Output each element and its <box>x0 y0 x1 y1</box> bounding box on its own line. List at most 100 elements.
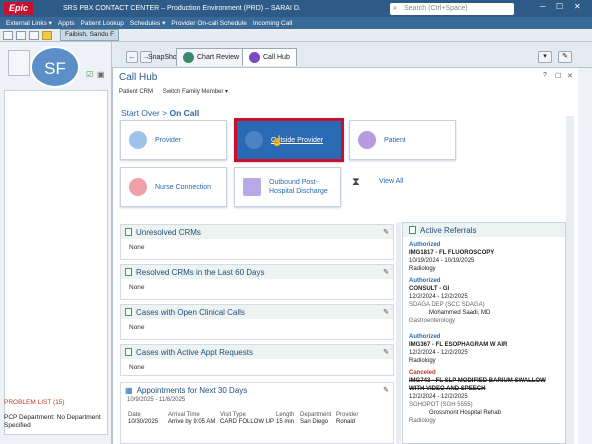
referral-item[interactable]: Authorized IMG1817 - FL FLUOROSCOPY 10/1… <box>409 241 494 273</box>
cell-provider: Ronald <box>336 419 356 425</box>
chat-icon[interactable] <box>42 30 52 40</box>
section-title[interactable]: Cases with Active Appt Requests <box>136 348 253 357</box>
problem-list-link[interactable]: PROBLEM LIST (15) <box>4 399 65 406</box>
section-title[interactable]: Resolved CRMs in the Last 60 Days <box>136 268 265 277</box>
breadcrumb-separator: > <box>162 108 168 118</box>
pin-button[interactable]: ✎ <box>558 51 572 63</box>
help-icon[interactable]: ? <box>543 72 547 79</box>
scrollbar[interactable] <box>566 116 574 444</box>
menu-incoming-call[interactable]: Incoming Call <box>253 20 292 27</box>
lock-icon[interactable]: ▣ <box>97 70 105 79</box>
cell-length: 15 min <box>276 419 295 425</box>
tab-chart-review[interactable]: Chart Review <box>176 48 247 66</box>
home-icon[interactable] <box>3 30 13 40</box>
section-title[interactable]: Unresolved CRMs <box>136 228 201 237</box>
referral-item[interactable]: Authorized CONSULT - GI 12/2/2024 - 12/2… <box>409 277 490 325</box>
back-button[interactable]: ← <box>126 51 138 63</box>
cell-department: San Diego <box>300 419 329 425</box>
section-open-clinical-calls: Cases with Open Clinical Calls ✎ None <box>120 304 394 340</box>
patient-photo-placeholder <box>8 50 30 76</box>
search-input[interactable]: ⌕ Search (Ctrl+Space) <box>390 3 514 15</box>
referral-status: Authorized <box>409 278 441 284</box>
section-resolved-crms: Resolved CRMs in the Last 60 Days ✎ None <box>120 264 394 300</box>
menu-patient-lookup[interactable]: Patient Lookup <box>81 20 124 27</box>
tile-outbound-label: Outbound Post-Hospital Discharge <box>269 179 328 195</box>
appointments-range: 10/9/2025 - 11/8/2025 <box>127 397 186 403</box>
pin-icon[interactable]: ✎ <box>383 268 389 276</box>
outside-provider-icon <box>245 131 263 149</box>
epic-logo[interactable]: Epic <box>4 2 34 15</box>
tile-provider[interactable]: Provider <box>120 120 227 160</box>
referral-title: IMG1817 - FL FLUOROSCOPY <box>409 250 495 256</box>
section-body: None <box>129 244 145 251</box>
checklist-icon[interactable]: ☑ <box>86 70 93 79</box>
pin-icon[interactable]: ✎ <box>383 386 389 394</box>
patient-workspace-tab[interactable]: Faibish, Sandu F <box>60 29 120 41</box>
tile-patient[interactable]: Patient <box>349 120 456 160</box>
cell-arrival: Arrive by 9:05 AM <box>168 419 216 425</box>
start-over-link[interactable]: Start Over <box>121 108 160 118</box>
table-row[interactable]: 10/30/2025 Arrive by 9:05 AM CARD FOLLOW… <box>128 419 390 426</box>
referral-dates: 10/19/2024 - 10/19/2025 <box>409 258 475 264</box>
close-panel-icon[interactable]: ✕ <box>567 72 573 80</box>
referral-dates: 12/2/2024 - 12/2/2025 <box>409 394 468 400</box>
referral-dept: Radiology <box>409 358 436 364</box>
tile-outbound-discharge[interactable]: Outbound Post-Hospital Discharge <box>234 167 341 207</box>
view-all-link[interactable]: View All <box>379 178 403 185</box>
provider-icon <box>129 131 147 149</box>
minimize-icon[interactable]: ─ <box>540 2 546 11</box>
table-header: Date Arrival Time Visit Type Length Depa… <box>128 412 390 419</box>
referral-item[interactable]: Authorized IMG367 - FL ESOPHAGRAM W AIR … <box>409 333 507 365</box>
col-visit-type: Visit Type <box>220 412 246 418</box>
menu-appts[interactable]: Appts <box>58 20 75 27</box>
pin-icon[interactable]: ✎ <box>383 308 389 316</box>
breadcrumb-current: On Call <box>169 108 200 118</box>
pcp-department: PCP Department: No Department Specified <box>4 414 101 429</box>
menu-external-links[interactable]: External Links ▾ <box>6 19 52 27</box>
close-icon[interactable]: ✕ <box>574 2 581 11</box>
section-icon <box>125 308 132 316</box>
menu-schedules[interactable]: Schedules ▾ <box>130 19 165 27</box>
pin-icon[interactable]: ✎ <box>383 228 389 236</box>
switch-family-member-button[interactable]: Switch Family Member ▾ <box>163 89 228 95</box>
list-icon[interactable] <box>29 30 39 40</box>
active-referrals-panel: Active Referrals Authorized IMG1817 - FL… <box>402 222 566 444</box>
appointments-table: Date Arrival Time Visit Type Length Depa… <box>128 412 390 426</box>
referral-dept: Radiology <box>409 266 436 272</box>
tab-snapshot-label: SnapShot <box>148 53 179 61</box>
referral-provider: Grossmont Hospital Rehab <box>429 410 502 416</box>
page-title: Call Hub <box>119 72 158 83</box>
tab-call-hub[interactable]: Call Hub <box>242 48 297 66</box>
referrals-title[interactable]: Active Referrals <box>420 226 476 235</box>
tile-nurse-connection[interactable]: Nurse Connection <box>120 167 227 207</box>
restore-icon[interactable]: ☐ <box>555 72 561 80</box>
col-length: Length <box>276 412 295 418</box>
hub-toolbar: Patient CRM Switch Family Member ▾ <box>119 88 236 95</box>
chart-review-icon <box>183 52 194 63</box>
referral-provider: Mohammed Saadi, MD <box>429 310 491 316</box>
referral-specialty: Gastroenterology <box>409 318 456 324</box>
call-hub-icon <box>249 52 260 63</box>
section-icon <box>125 228 132 236</box>
section-title[interactable]: Cases with Open Clinical Calls <box>136 308 245 317</box>
tile-nurse-label: Nurse Connection <box>155 183 212 191</box>
referral-item[interactable]: Canceled IMG743 - FL SLP MODIFIED BARIUM… <box>409 369 561 425</box>
scrollbar[interactable] <box>396 222 401 444</box>
tab-chart-review-label: Chart Review <box>197 54 240 61</box>
patient-crm-button[interactable]: Patient CRM <box>119 89 153 95</box>
section-icon <box>125 348 132 356</box>
tab-call-hub-label: Call Hub <box>263 54 290 61</box>
section-title[interactable]: Appointments for Next 30 Days <box>137 386 248 395</box>
nav-menu-button[interactable]: ▾ <box>538 51 552 63</box>
section-unresolved-crms: Unresolved CRMs ✎ None <box>120 224 394 260</box>
section-icon <box>409 226 416 234</box>
search-icon: ⌕ <box>393 5 397 12</box>
tile-outside-provider[interactable]: Outside Provider <box>234 118 344 162</box>
maximize-icon[interactable]: ☐ <box>556 2 563 11</box>
col-department: Department <box>300 412 332 418</box>
attach-icon[interactable] <box>16 30 26 40</box>
patient-sidebar: SF ☑ ▣ PROBLEM LIST (15) PCP Department:… <box>0 42 112 444</box>
title-bar: Epic SRS PBX CONTACT CENTER – Production… <box>0 0 592 17</box>
menu-provider-oncall[interactable]: Provider On-call Schedule <box>171 20 247 27</box>
pin-icon[interactable]: ✎ <box>383 348 389 356</box>
